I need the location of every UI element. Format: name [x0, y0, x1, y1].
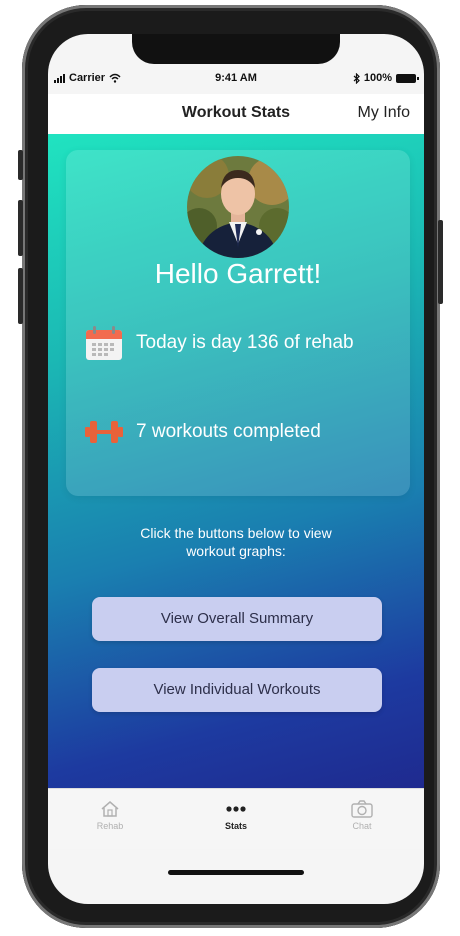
rehab-day-text: Today is day 136 of rehab: [136, 332, 354, 353]
mute-switch: [18, 150, 23, 180]
tab-stats-label: Stats: [224, 821, 247, 831]
dumbbell-icon: [85, 421, 123, 443]
instructions-line-1: Click the buttons below to view: [140, 525, 332, 541]
tab-rehab[interactable]: Rehab: [70, 797, 150, 831]
notch: [132, 34, 340, 64]
my-info-button[interactable]: My Info: [358, 104, 410, 122]
instructions-line-2: workout graphs:: [186, 543, 286, 559]
workouts-row: 7 workouts completed: [84, 416, 321, 448]
profile-photo: [187, 156, 289, 258]
rehab-day-row: Today is day 136 of rehab: [84, 324, 354, 362]
bluetooth-icon: [353, 72, 360, 84]
view-individual-workouts-button[interactable]: View Individual Workouts: [92, 668, 382, 712]
stats-content: Hello Garrett! Today is day 136 of rehab: [48, 134, 424, 788]
tab-bar: Rehab Stats Chat: [48, 788, 424, 849]
tab-rehab-label: Rehab: [96, 821, 124, 831]
navigation-bar: Workout Stats My Info: [48, 94, 424, 134]
instructions-text: Click the buttons below to view workout …: [48, 524, 424, 560]
home-indicator[interactable]: [168, 870, 304, 875]
workouts-completed-text: 7 workouts completed: [136, 421, 321, 442]
tab-stats[interactable]: Stats: [196, 797, 276, 831]
more-dots-icon: [226, 806, 246, 812]
view-overall-summary-button[interactable]: View Overall Summary: [92, 597, 382, 641]
status-bar: Carrier 9:41 AM 100%: [48, 70, 424, 90]
battery-icon: [396, 73, 419, 83]
profile-card: Hello Garrett! Today is day 136 of rehab: [66, 150, 410, 496]
power-button: [438, 220, 443, 304]
volume-up-button: [18, 200, 23, 256]
camera-icon: [351, 800, 373, 818]
volume-down-button: [18, 268, 23, 324]
home-icon: [101, 801, 119, 817]
tab-chat-label: Chat: [352, 821, 372, 831]
tab-chat[interactable]: Chat: [322, 797, 402, 831]
greeting-text: Hello Garrett!: [154, 258, 322, 289]
status-right: 100%: [353, 72, 419, 84]
avatar: [187, 156, 289, 258]
phone-screen: Carrier 9:41 AM 100% Workout Stats My In…: [48, 34, 424, 904]
calendar-icon: [86, 326, 122, 360]
battery-percent: 100%: [363, 72, 392, 84]
